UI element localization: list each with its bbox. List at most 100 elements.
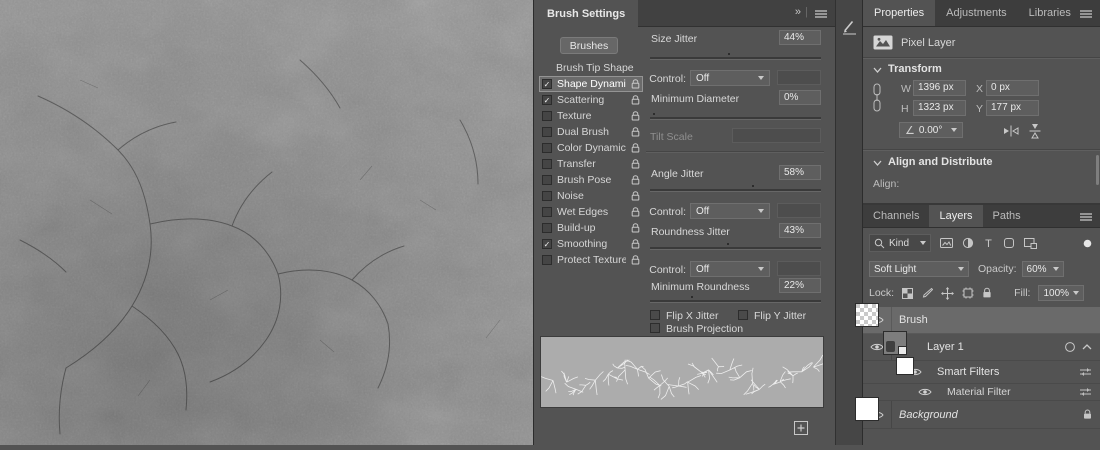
brush-option-color-dynamics[interactable]: Color Dynamics (539, 140, 643, 156)
brush-option-transfer[interactable]: Transfer (539, 156, 643, 172)
filter-kind-dropdown[interactable]: Kind (869, 234, 931, 252)
option-checkbox[interactable] (542, 127, 552, 137)
layer-name[interactable]: Background (899, 409, 958, 421)
brush-option-build-up[interactable]: Build-up (539, 220, 643, 236)
brush-option-brush-tip-shape[interactable]: Brush Tip Shape (539, 60, 643, 76)
rotation-angle-dropdown[interactable]: ∠ 0.00° (899, 122, 963, 138)
brush-option-noise[interactable]: Noise (539, 188, 643, 204)
tab-properties[interactable]: Properties (863, 0, 935, 26)
option-checkbox[interactable] (542, 255, 552, 265)
filter-shape-layers-icon[interactable] (1003, 237, 1015, 249)
layer-thumbnail[interactable] (883, 331, 907, 355)
brush-option-scattering[interactable]: ✓Scattering (539, 92, 643, 108)
minimum-diameter-slider[interactable] (650, 117, 821, 119)
slider-thumb[interactable] (728, 53, 730, 55)
brush-option-shape-dynamics[interactable]: ✓Shape Dynamics (539, 76, 643, 92)
tab-paths[interactable]: Paths (983, 205, 1031, 227)
option-checkbox[interactable]: ✓ (542, 95, 552, 105)
layer-row-brush[interactable]: Brush (863, 307, 1100, 334)
layer-name[interactable]: Brush (899, 314, 928, 326)
option-checkbox[interactable] (542, 191, 552, 201)
brush-option-brush-pose[interactable]: Brush Pose (539, 172, 643, 188)
tab-layers[interactable]: Layers (929, 205, 982, 227)
option-checkbox[interactable] (542, 175, 552, 185)
filter-mask-thumbnail[interactable] (896, 357, 914, 375)
fill-dropdown[interactable]: 100% (1038, 285, 1084, 301)
layer-row-material-filter[interactable]: Material Filter (863, 384, 1100, 401)
tab-channels[interactable]: Channels (863, 205, 929, 227)
layer-name[interactable]: Smart Filters (937, 366, 999, 378)
brush-option-smoothing[interactable]: ✓Smoothing (539, 236, 643, 252)
slider-thumb[interactable] (691, 296, 693, 298)
option-checkbox[interactable] (542, 223, 552, 233)
chevron-down-icon[interactable] (873, 160, 882, 166)
angle-control-dropdown[interactable]: Off (690, 203, 770, 219)
panel-menu-icon[interactable] (1080, 10, 1092, 18)
minimum-roundness-slider[interactable] (650, 300, 821, 302)
new-brush-button[interactable] (794, 421, 808, 435)
lock-image-icon[interactable] (921, 287, 933, 299)
x-field[interactable]: 0 px (986, 80, 1039, 96)
flip-x-checkbox[interactable] (650, 310, 660, 320)
brushes-button[interactable]: Brushes (560, 37, 618, 54)
brush-projection-checkbox[interactable] (650, 323, 660, 333)
option-checkbox[interactable]: ✓ (542, 79, 552, 89)
opacity-dropdown[interactable]: 60% (1022, 261, 1064, 277)
flip-horizontal-icon[interactable] (1003, 125, 1019, 137)
angle-jitter-value[interactable]: 58% (779, 165, 821, 180)
link-dimensions-icon[interactable] (871, 82, 883, 113)
slider-thumb[interactable] (653, 113, 655, 115)
collapse-chevron-icon[interactable] (1082, 344, 1092, 350)
width-field[interactable]: 1396 px (913, 80, 966, 96)
size-jitter-value[interactable]: 44% (779, 30, 821, 45)
minimum-diameter-value[interactable]: 0% (779, 90, 821, 105)
chevron-down-icon[interactable] (873, 67, 882, 73)
scrollbar[interactable] (1096, 155, 1099, 185)
layer-row-background[interactable]: Background (863, 401, 1100, 429)
blend-mode-dropdown[interactable]: Soft Light (869, 261, 969, 277)
option-checkbox[interactable] (542, 111, 552, 121)
option-checkbox[interactable]: ✓ (542, 239, 552, 249)
brush-option-dual-brush[interactable]: Dual Brush (539, 124, 643, 140)
slider-thumb[interactable] (727, 243, 729, 245)
slider-thumb[interactable] (752, 185, 754, 187)
roundness-jitter-value[interactable]: 43% (779, 223, 821, 238)
document-canvas[interactable] (0, 0, 533, 445)
lock-transparency-icon[interactable] (902, 288, 913, 299)
filter-toggle[interactable] (1083, 239, 1092, 248)
filter-blend-options-icon[interactable] (1079, 387, 1092, 397)
minimum-roundness-value[interactable]: 22% (779, 278, 821, 293)
layer-thumbnail[interactable] (855, 397, 879, 421)
brush-settings-dock-icon[interactable] (841, 18, 858, 35)
filter-blend-options-icon[interactable] (1079, 367, 1092, 377)
filter-pixel-layers-icon[interactable] (940, 237, 953, 249)
roundness-control-dropdown[interactable]: Off (690, 261, 770, 277)
brush-option-texture[interactable]: Texture (539, 108, 643, 124)
lock-artboard-icon[interactable] (962, 287, 974, 299)
layer-thumbnail[interactable] (855, 303, 879, 327)
angle-jitter-slider[interactable] (650, 189, 821, 191)
brush-option-wet-edges[interactable]: Wet Edges (539, 204, 643, 220)
layer-row-smart-filters[interactable]: Smart Filters (863, 361, 1100, 384)
filter-adjustment-layers-icon[interactable] (962, 237, 974, 249)
flip-vertical-icon[interactable] (1029, 123, 1041, 139)
visibility-toggle[interactable] (911, 387, 939, 397)
option-checkbox[interactable] (542, 207, 552, 217)
lock-all-icon[interactable] (982, 287, 992, 299)
layer-name[interactable]: Material Filter (947, 386, 1011, 398)
tab-libraries[interactable]: Libraries (1018, 0, 1082, 26)
flip-y-checkbox[interactable] (738, 310, 748, 320)
filter-type-layers-icon[interactable]: T (983, 237, 994, 249)
option-checkbox[interactable] (542, 143, 552, 153)
y-field[interactable]: 177 px (986, 100, 1039, 116)
smart-filter-icon[interactable] (1064, 341, 1076, 353)
brush-option-protect-texture[interactable]: Protect Texture (539, 252, 643, 268)
panel-menu-icon[interactable] (1080, 213, 1092, 221)
size-jitter-slider[interactable] (650, 57, 821, 59)
roundness-jitter-slider[interactable] (650, 247, 821, 249)
lock-position-icon[interactable] (941, 287, 954, 300)
height-field[interactable]: 1323 px (913, 100, 966, 116)
size-control-dropdown[interactable]: Off (690, 70, 770, 86)
panel-menu-icon[interactable] (815, 10, 827, 18)
layer-name[interactable]: Layer 1 (927, 341, 964, 353)
